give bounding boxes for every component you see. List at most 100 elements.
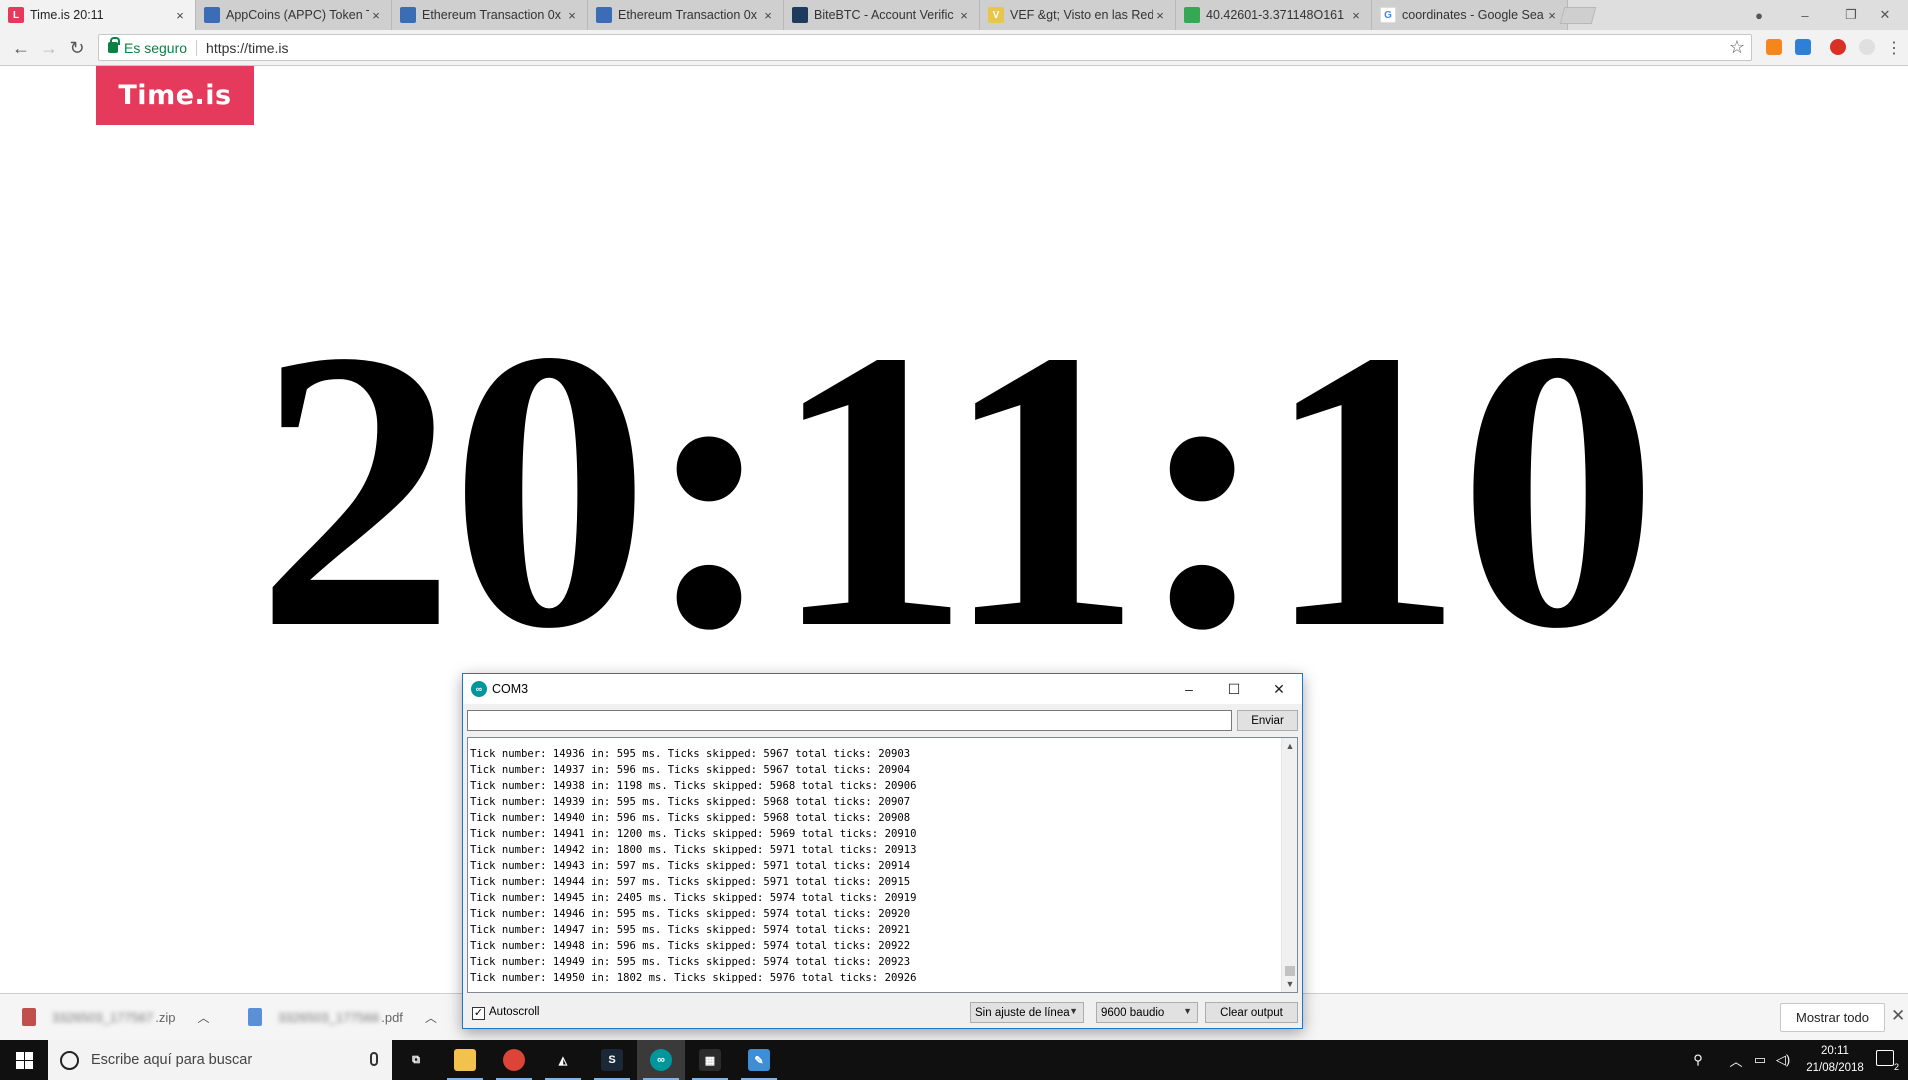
taskbar-app-unity[interactable]: ◭ [539, 1040, 587, 1080]
autoscroll-checkbox[interactable]: ✓ [472, 1007, 485, 1020]
serial-output-line: Tick number: 14939 in: 595 ms. Ticks ski… [470, 796, 911, 808]
bookmark-star-icon[interactable]: ☆ [1729, 37, 1745, 58]
reload-icon[interactable]: ↻ [65, 36, 89, 60]
tab-close-icon[interactable]: × [1545, 8, 1559, 23]
serial-output-line: Tick number: 14938 in: 1198 ms. Ticks sk… [470, 780, 917, 792]
microphone-icon[interactable] [370, 1052, 378, 1066]
people-icon[interactable]: ⚲ [1686, 1040, 1710, 1080]
taskbar-app-steam[interactable]: S [588, 1040, 636, 1080]
translate-extension-icon[interactable] [1795, 39, 1811, 55]
metamask-extension-icon[interactable] [1766, 39, 1782, 55]
serial-controls: ✓ Autoscroll Sin ajuste de línea ▼ 9600 … [463, 998, 1302, 1028]
cortana-icon [60, 1050, 79, 1070]
chevron-up-icon[interactable]: ︿ [197, 1009, 209, 1026]
tab-close-icon[interactable]: × [1153, 8, 1167, 23]
download-item[interactable]: 3326503_177566 .pdf ︿ [248, 994, 437, 1040]
search-placeholder: Escribe aquí para buscar [91, 1052, 253, 1068]
browser-tab-strip: L Time.is 20:11 × AppCoins (APPC) Token T × E… [0, 0, 1908, 30]
show-all-downloads-button[interactable]: Mostrar todo [1780, 1003, 1885, 1032]
vertical-scrollbar[interactable]: ▲ ▼ [1281, 738, 1297, 992]
clock-time: 20:11 [1821, 1045, 1849, 1057]
url-text[interactable]: https://time.is [206, 40, 288, 56]
google-icon: G [1380, 7, 1396, 23]
browser-tab[interactable]: L Time.is 20:11 × [0, 0, 196, 30]
tab-title: AppCoins (APPC) Token T [226, 8, 369, 22]
google-maps-icon [1184, 7, 1200, 23]
send-button[interactable]: Enviar [1237, 710, 1298, 731]
serial-input[interactable] [467, 710, 1232, 731]
download-item[interactable]: 3326503_177567 .zip ︿ [22, 994, 209, 1040]
browser-tab[interactable]: AppCoins (APPC) Token T × [196, 0, 392, 30]
time-is-logo[interactable]: Time.is [96, 66, 254, 125]
chevron-up-icon[interactable]: ︿ [1726, 1040, 1746, 1080]
back-arrow-icon[interactable]: ← [9, 36, 33, 60]
maximize-icon[interactable]: ☐ [1211, 674, 1257, 704]
menu-icon[interactable]: ⋮ [1882, 36, 1906, 60]
tab-title: BiteBTC - Account Verific [814, 8, 954, 22]
chevron-up-icon[interactable]: ︿ [425, 1009, 437, 1026]
new-tab-button[interactable] [1559, 7, 1597, 24]
scroll-thumb[interactable] [1285, 966, 1295, 976]
taskbar-app-paint[interactable]: ✎ [735, 1040, 783, 1080]
arduino-icon: ∞ [650, 1049, 672, 1071]
address-bar[interactable]: Es seguro https://time.is ☆ [98, 34, 1752, 61]
notification-icon[interactable]: 2 [1876, 1050, 1899, 1072]
taskbar-app-chrome[interactable] [490, 1040, 538, 1080]
baud-rate-select[interactable]: 9600 baudio ▼ [1096, 1002, 1198, 1023]
forward-arrow-icon[interactable]: → [37, 36, 61, 60]
opera-extension-icon[interactable] [1830, 39, 1846, 55]
time-is-icon: L [8, 7, 24, 23]
browser-tab[interactable]: Ethereum Transaction 0x × [392, 0, 588, 30]
taskbar-app-file-explorer[interactable] [441, 1040, 489, 1080]
close-icon[interactable]: ✕ [1891, 1006, 1905, 1026]
etherscan-icon [596, 7, 612, 23]
profile-icon[interactable]: ● [1736, 0, 1782, 30]
vef-icon: V [988, 7, 1004, 23]
browser-tab[interactable]: V VEF &gt; Visto en las Red × [980, 0, 1176, 30]
serial-output[interactable]: Tick number: 14936 in: 595 ms. Ticks ski… [467, 737, 1298, 993]
taskbar-app-task-view[interactable]: ⧉ [392, 1040, 440, 1080]
download-extension: .zip [155, 1009, 176, 1025]
serial-output-line: Tick number: 14936 in: 595 ms. Ticks ski… [470, 748, 911, 760]
tab-close-icon[interactable]: × [565, 8, 579, 23]
taskbar-app-arduino[interactable]: ∞ [637, 1040, 685, 1080]
close-icon[interactable]: ✕ [1256, 674, 1302, 704]
scroll-down-icon[interactable]: ▼ [1282, 976, 1297, 992]
minimize-icon[interactable]: – [1782, 0, 1828, 30]
browser-tab[interactable]: Ethereum Transaction 0x × [588, 0, 784, 30]
serial-output-line: Tick number: 14940 in: 596 ms. Ticks ski… [470, 812, 911, 824]
download-filename: 3326503_177567 [52, 1009, 154, 1025]
tab-close-icon[interactable]: × [1349, 8, 1363, 23]
tab-close-icon[interactable]: × [957, 8, 971, 23]
network-icon[interactable]: ▭ [1750, 1040, 1770, 1080]
tab-close-icon[interactable]: × [369, 8, 383, 23]
window-titlebar[interactable]: ∞ COM3 – ☐ ✕ [463, 674, 1302, 704]
notification-count: 2 [1893, 1062, 1899, 1072]
serial-output-line: Tick number: 14937 in: 596 ms. Ticks ski… [470, 764, 911, 776]
minimize-icon[interactable]: – [1166, 674, 1212, 704]
divider [196, 39, 198, 56]
taskbar-search[interactable]: Escribe aquí para buscar [48, 1040, 392, 1080]
etherscan-icon [204, 7, 220, 23]
window-close-icon[interactable]: ✕ [1862, 0, 1908, 30]
scroll-up-icon[interactable]: ▲ [1282, 738, 1297, 754]
tab-close-icon[interactable]: × [761, 8, 775, 23]
browser-tab[interactable]: 40.42601-3.371148O161 × [1176, 0, 1372, 30]
chevron-down-icon: ▼ [1183, 1006, 1192, 1016]
clear-output-button[interactable]: Clear output [1205, 1002, 1298, 1023]
volume-icon[interactable]: ◁) [1772, 1040, 1794, 1080]
tab-close-icon[interactable]: × [173, 8, 187, 23]
extension-icon[interactable] [1859, 39, 1875, 55]
taskbar-app-calculator[interactable]: ▦ [686, 1040, 734, 1080]
tab-title: 40.42601-3.371148O161 [1206, 8, 1345, 22]
task-view-icon: ⧉ [412, 1053, 420, 1066]
line-ending-select[interactable]: Sin ajuste de línea ▼ [970, 1002, 1084, 1023]
browser-tab[interactable]: Gcoordinates - Google Sea × [1372, 0, 1568, 30]
system-clock[interactable]: 20:11 21/08/2018 [1800, 1043, 1870, 1077]
output-lines: Tick number: 14936 in: 595 ms. Ticks ski… [470, 746, 916, 986]
serial-output-line: Tick number: 14943 in: 597 ms. Ticks ski… [470, 860, 911, 872]
chevron-down-icon: ▼ [1069, 1006, 1078, 1016]
start-button[interactable] [0, 1040, 48, 1080]
file-explorer-icon [454, 1049, 476, 1071]
browser-tab[interactable]: BiteBTC - Account Verific × [784, 0, 980, 30]
